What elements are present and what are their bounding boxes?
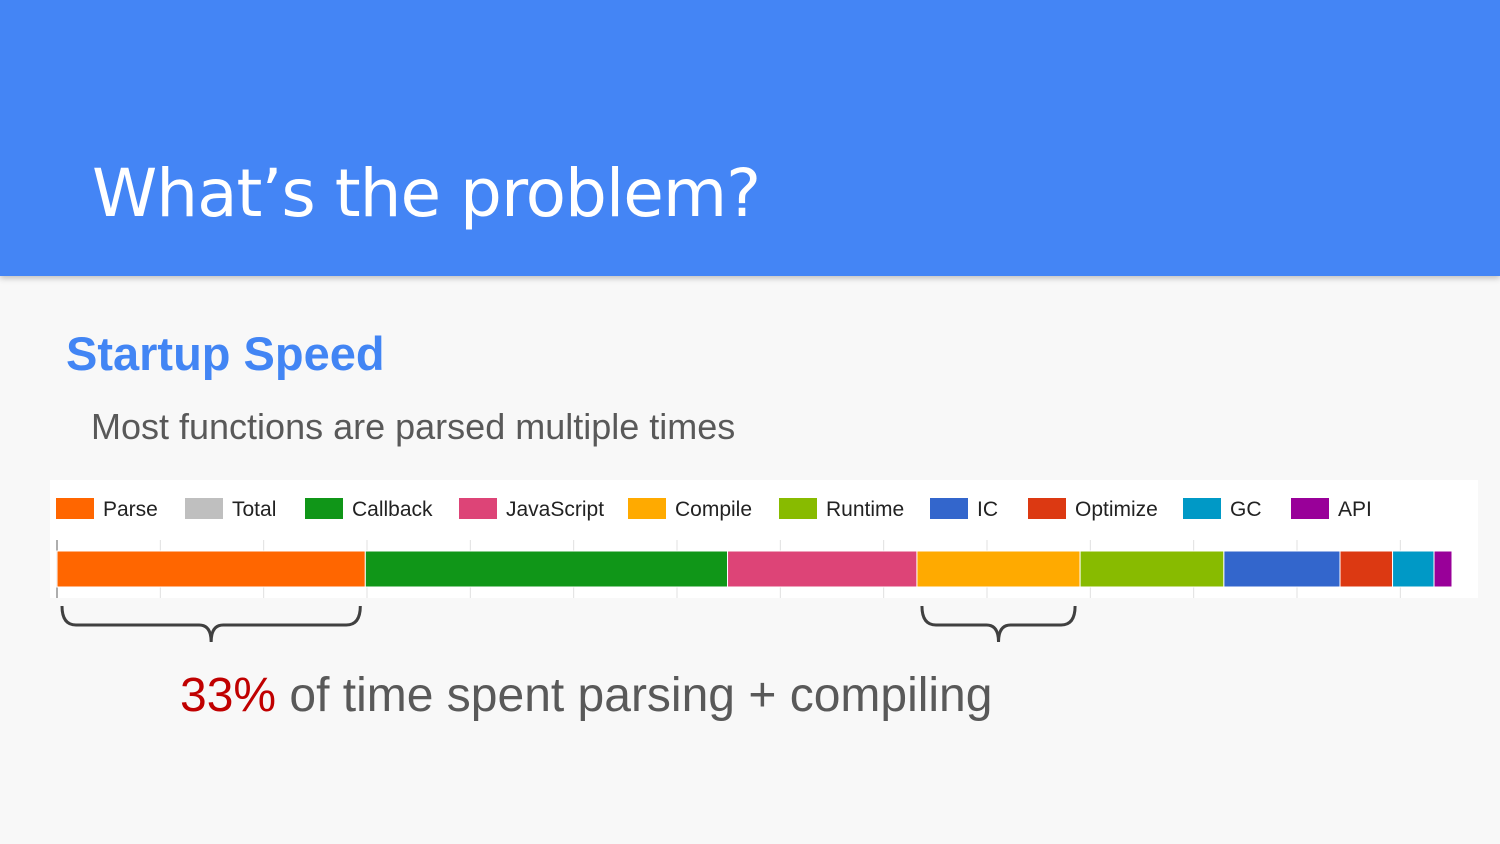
legend-swatch-runtime bbox=[779, 498, 817, 519]
legend-label-optimize: Optimize bbox=[1075, 498, 1158, 521]
legend-swatch-parse bbox=[56, 498, 94, 519]
body-text: Most functions are parsed multiple times bbox=[91, 406, 736, 447]
bar-segment-optimize bbox=[1339, 550, 1394, 588]
brace-compile bbox=[920, 605, 1077, 643]
bar-segment-api bbox=[1433, 550, 1453, 588]
title-banner: What’s the problem? bbox=[0, 0, 1500, 276]
slide-title: What’s the problem? bbox=[92, 155, 761, 232]
bar-segment-javascript bbox=[727, 550, 918, 588]
callout-percent: 33% bbox=[180, 669, 277, 722]
legend-swatch-compile bbox=[628, 498, 666, 519]
bar-segment-gc bbox=[1392, 550, 1435, 588]
legend-swatch-total bbox=[185, 498, 223, 519]
legend-label-callback: Callback bbox=[352, 498, 433, 521]
bar-segment-callback bbox=[364, 550, 729, 588]
legend-label-javascript: JavaScript bbox=[506, 498, 604, 521]
legend-swatch-gc bbox=[1183, 498, 1221, 519]
legend-label-ic: IC bbox=[977, 498, 998, 521]
bar-segment-ic bbox=[1223, 550, 1341, 588]
legend-swatch-ic bbox=[930, 498, 968, 519]
callout-text: of time spent parsing + compiling bbox=[276, 669, 993, 722]
legend-label-gc: GC bbox=[1230, 498, 1262, 521]
legend-swatch-javascript bbox=[459, 498, 497, 519]
section-heading: Startup Speed bbox=[66, 327, 385, 380]
stacked-bar-chart: Parse Total Callback JavaScript Compile Runti… bbox=[50, 480, 1478, 598]
legend-swatch-optimize bbox=[1028, 498, 1066, 519]
legend-label-parse: Parse bbox=[103, 498, 158, 521]
callout: 33% of time spent parsing + compiling bbox=[180, 666, 992, 726]
bar-segment-runtime bbox=[1079, 550, 1225, 588]
legend-label-runtime: Runtime bbox=[826, 498, 904, 521]
brace-parse bbox=[60, 605, 362, 643]
chart-svg: Parse Total Callback JavaScript Compile Runti… bbox=[56, 498, 1453, 598]
bar-segment-compile bbox=[916, 550, 1081, 588]
legend-label-total: Total bbox=[232, 498, 276, 521]
bar-segment-parse bbox=[56, 550, 366, 588]
legend-label-compile: Compile bbox=[675, 498, 752, 521]
legend-swatch-api bbox=[1291, 498, 1329, 519]
legend-swatch-callback bbox=[305, 498, 343, 519]
legend-label-api: API bbox=[1338, 498, 1372, 521]
